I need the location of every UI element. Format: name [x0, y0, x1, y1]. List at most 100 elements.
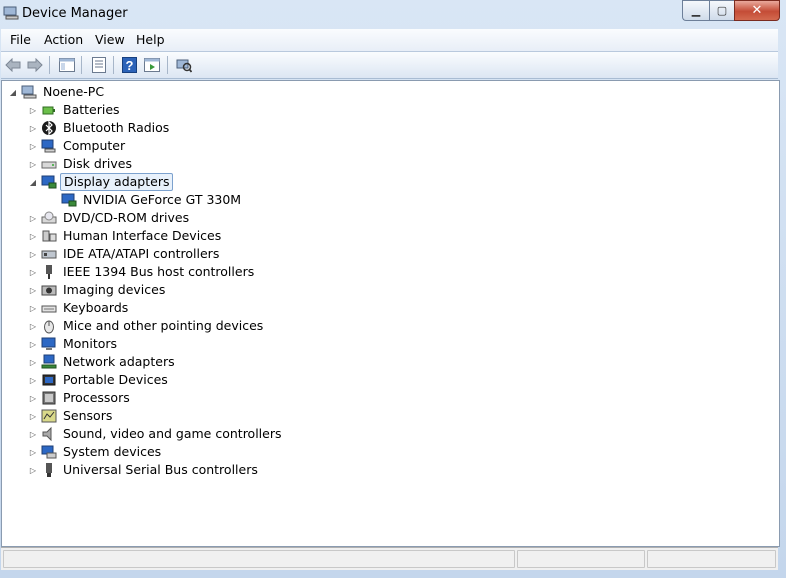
tree-category[interactable]: ▷ Monitors: [28, 335, 120, 353]
toolbar-separator: [167, 56, 168, 74]
collapse-arrow-icon[interactable]: ◢: [28, 178, 38, 187]
tree-category-label: DVD/CD-ROM drives: [63, 210, 190, 225]
action-pane-button[interactable]: [142, 56, 162, 73]
expand-arrow-icon[interactable]: ▷: [28, 106, 38, 115]
status-segment: [647, 550, 776, 568]
tree-category[interactable]: ▷ Keyboards: [28, 299, 131, 317]
tree-category[interactable]: ▷ Universal Serial Bus controllers: [28, 461, 261, 479]
maximize-button[interactable]: ▢: [709, 0, 734, 21]
hid-icon: [42, 230, 57, 242]
tree-category[interactable]: ▷ Computer: [28, 137, 128, 155]
tree-category[interactable]: ▷ Network adapters: [28, 353, 178, 371]
tree-category-label: Batteries: [63, 102, 120, 117]
expand-arrow-icon[interactable]: ▷: [28, 304, 38, 313]
menu-action[interactable]: Action: [44, 32, 83, 47]
back-button[interactable]: [4, 56, 22, 73]
tree-category-label: Display adapters: [60, 173, 174, 191]
scan-hardware-button[interactable]: [174, 56, 194, 73]
toolbar-separator: [113, 56, 114, 74]
expand-arrow-icon[interactable]: ▷: [28, 466, 38, 475]
device-tree[interactable]: ◢ Noene-PC ▷ Batteries ▷ Bluetooth Radios ▷ C…: [1, 80, 780, 547]
tree-category[interactable]: ◢ Display adapters: [28, 173, 174, 191]
help-icon: ?: [121, 56, 137, 73]
expand-arrow-icon[interactable]: ▷: [28, 160, 38, 169]
forward-button[interactable]: [26, 56, 44, 73]
expand-arrow-icon[interactable]: ▷: [28, 412, 38, 421]
tree-category[interactable]: ▷ Human Interface Devices: [28, 227, 224, 245]
minimize-icon: ▁: [691, 4, 701, 17]
tree-category-label: Monitors: [63, 336, 118, 351]
action-pane-icon: [144, 57, 160, 72]
tree-category[interactable]: ▷ IDE ATA/ATAPI controllers: [28, 245, 222, 263]
expand-arrow-icon[interactable]: ▷: [28, 394, 38, 403]
tree-category[interactable]: ▷ Disk drives: [28, 155, 135, 173]
tree-category[interactable]: ▷ Imaging devices: [28, 281, 168, 299]
tree-root[interactable]: ◢ Noene-PC: [8, 83, 107, 101]
tree-category-label: Disk drives: [63, 156, 132, 171]
toolbar: ?: [1, 52, 778, 79]
disk-drive-icon: [41, 161, 57, 169]
device-manager-window: Device Manager ▁ ▢ ✕ File Action View He…: [0, 0, 786, 578]
expand-arrow-icon[interactable]: ▷: [28, 250, 38, 259]
keyboard-icon: [41, 305, 57, 313]
status-segment: [517, 550, 645, 568]
network-adapter-icon: [41, 354, 57, 369]
expand-arrow-icon[interactable]: ▷: [28, 376, 38, 385]
show-hide-console-tree-button[interactable]: [57, 56, 77, 73]
menu-help[interactable]: Help: [136, 32, 165, 47]
expand-arrow-icon[interactable]: ▷: [28, 358, 38, 367]
tree-category[interactable]: ▷ Portable Devices: [28, 371, 171, 389]
tree-category[interactable]: ▷ Sound, video and game controllers: [28, 425, 285, 443]
tree-category[interactable]: ▷ Sensors: [28, 407, 115, 425]
processor-icon: [42, 391, 56, 405]
expand-arrow-icon[interactable]: ▷: [28, 214, 38, 223]
tree-category[interactable]: ▷ Processors: [28, 389, 133, 407]
tree-category[interactable]: ▷ Mice and other pointing devices: [28, 317, 266, 335]
minimize-button[interactable]: ▁: [682, 0, 709, 21]
bluetooth-icon: [42, 120, 56, 136]
system-device-icon: [41, 445, 57, 459]
close-button[interactable]: ✕: [734, 0, 780, 21]
status-bar: [1, 547, 778, 570]
camera-icon: [41, 285, 57, 296]
tree-category[interactable]: ▷ System devices: [28, 443, 164, 461]
title-bar[interactable]: Device Manager ▁ ▢ ✕: [0, 0, 786, 28]
expand-arrow-icon[interactable]: ▷: [28, 124, 38, 133]
expand-arrow-icon[interactable]: ▷: [28, 142, 38, 151]
display-adapter-icon: [41, 175, 57, 189]
expand-arrow-icon[interactable]: ▷: [28, 232, 38, 241]
help-button[interactable]: ?: [120, 56, 138, 73]
tree-category-label: Keyboards: [63, 300, 129, 315]
expand-arrow-icon[interactable]: ▷: [28, 322, 38, 331]
collapse-arrow-icon[interactable]: ◢: [8, 88, 18, 97]
maximize-icon: ▢: [716, 4, 728, 17]
gpu-device-icon: [61, 193, 77, 207]
expand-arrow-icon[interactable]: ▷: [28, 448, 38, 457]
expand-arrow-icon[interactable]: ▷: [28, 430, 38, 439]
tree-category-label: Universal Serial Bus controllers: [63, 462, 258, 477]
expand-arrow-icon[interactable]: ▷: [28, 268, 38, 277]
menu-view[interactable]: View: [95, 32, 125, 47]
tree-category[interactable]: ▷ Bluetooth Radios: [28, 119, 172, 137]
tree-category-label: Imaging devices: [63, 282, 166, 297]
ide-controller-icon: [41, 250, 57, 259]
tree-category-label: Mice and other pointing devices: [63, 318, 264, 333]
tree-category[interactable]: ▷ Batteries: [28, 101, 123, 119]
properties-button[interactable]: [89, 56, 109, 73]
computer-icon: [41, 139, 56, 153]
forward-arrow-icon: [27, 57, 43, 72]
dvd-drive-icon: [41, 211, 57, 224]
expand-arrow-icon[interactable]: ▷: [28, 340, 38, 349]
expand-arrow-icon[interactable]: ▷: [28, 286, 38, 295]
tree-category[interactable]: ▷ DVD/CD-ROM drives: [28, 209, 192, 227]
tree-category-label: Human Interface Devices: [63, 228, 222, 243]
menu-file[interactable]: File: [10, 32, 31, 47]
sensor-icon: [41, 409, 57, 423]
menu-bar: File Action View Help: [1, 29, 778, 52]
tree-category[interactable]: ▷ IEEE 1394 Bus host controllers: [28, 263, 257, 281]
tree-device[interactable]: NVIDIA GeForce GT 330M: [48, 191, 244, 209]
device-manager-app-icon: [3, 6, 19, 20]
window-title: Device Manager: [22, 6, 128, 21]
battery-icon: [42, 106, 55, 115]
tree-root-label: Noene-PC: [43, 84, 105, 99]
